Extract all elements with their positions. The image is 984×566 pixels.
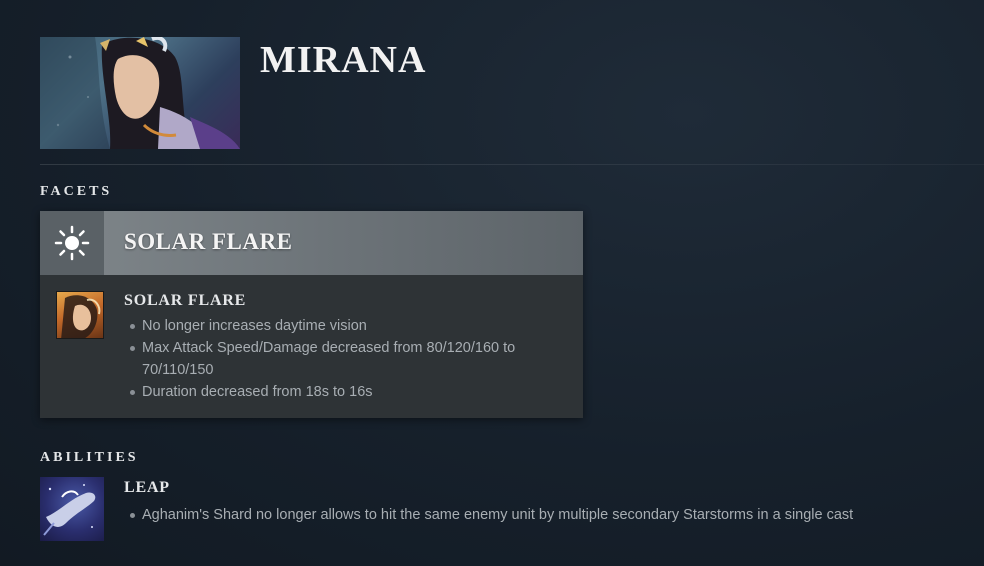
facet-ability-name: SOLAR FLARE [124, 292, 247, 309]
list-item: No longer increases daytime vision [128, 315, 568, 337]
abilities-section-label: ABILITIES [40, 450, 139, 465]
list-item: Max Attack Speed/Damage decreased from 8… [128, 337, 568, 381]
ability-notes-list: Aghanim's Shard no longer allows to hit … [128, 504, 978, 526]
list-item: Duration decreased from 18s to 16s [128, 381, 568, 403]
leap-ability-icon [40, 477, 104, 541]
facet-card: SOLAR FLARE SOLAR FLARE No longer increa… [40, 211, 583, 418]
hero-name: MIRANA [260, 39, 427, 81]
ability-name: LEAP [124, 479, 170, 496]
hero-portrait [40, 37, 240, 149]
facet-header: SOLAR FLARE [40, 211, 583, 275]
list-item: Aghanim's Shard no longer allows to hit … [128, 504, 978, 526]
patch-notes-page: MIRANA FACETS SOLAR FLARE SOLAR FLARE No… [0, 0, 984, 566]
solar-flare-ability-icon [56, 291, 104, 339]
facet-notes-list: No longer increases daytime vision Max A… [128, 315, 568, 403]
facet-icon-box [40, 211, 104, 275]
facet-title: SOLAR FLARE [124, 229, 293, 254]
facets-section-label: FACETS [40, 184, 113, 199]
header-divider [40, 164, 984, 165]
